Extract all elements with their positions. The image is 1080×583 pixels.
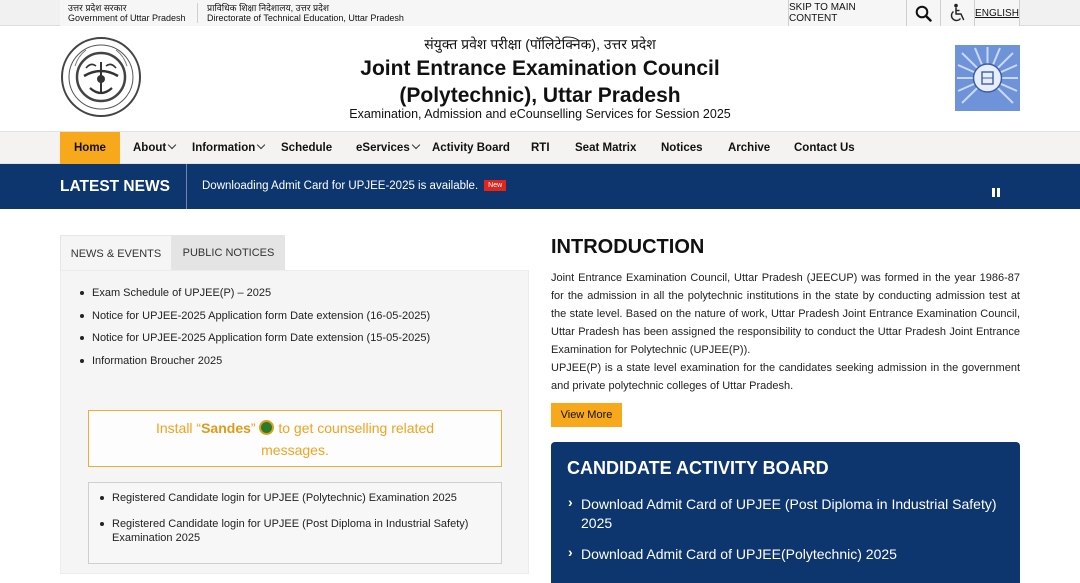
activity-board-title: CANDIDATE ACTIVITY BOARD bbox=[567, 458, 829, 478]
jeecup-logo[interactable] bbox=[955, 45, 1020, 111]
candidate-login-link[interactable]: Registered Candidate login for UPJEE (Po… bbox=[100, 491, 480, 505]
introduction-text: Joint Entrance Examination Council, Utta… bbox=[551, 269, 1020, 395]
directorate-hindi: प्राविधिक शिक्षा निदेशालय, उत्तर प्रदेश bbox=[207, 3, 330, 13]
title-line-1: Joint Entrance Examination Council bbox=[360, 57, 720, 80]
nav-item-contact-us[interactable]: Contact Us bbox=[794, 132, 855, 164]
top-actions: SKIP TO MAIN CONTENT ENGLISH bbox=[788, 0, 1020, 26]
top-utility-inner: उत्तर प्रदेश सरकार Government of Uttar P… bbox=[60, 0, 1020, 26]
accessibility-icon bbox=[950, 3, 964, 22]
activity-board-link[interactable]: Download Admit Card of UPJEE(Polytechnic… bbox=[567, 543, 1007, 564]
nav-item-schedule[interactable]: Schedule bbox=[281, 132, 332, 164]
directorate-label: प्राविधिक शिक्षा निदेशालय, उत्तर प्रदेश … bbox=[197, 3, 404, 23]
candidate-activity-board: CANDIDATE ACTIVITY BOARD Download Admit … bbox=[551, 442, 1020, 583]
page-title: Joint Entrance Examination Council (Poly… bbox=[0, 55, 1080, 109]
news-panel: Exam Schedule of UPJEE(P) – 2025 Notice … bbox=[60, 270, 529, 574]
main-navigation: Home About Information Schedule eService… bbox=[0, 131, 1080, 164]
directorate-english: Directorate of Technical Education, Utta… bbox=[207, 13, 404, 23]
nav-item-seat-matrix[interactable]: Seat Matrix bbox=[575, 132, 636, 164]
hindi-title: संयुक्त प्रवेश परीक्षा (पॉलिटेक्निक), उत… bbox=[424, 36, 656, 52]
view-more-button[interactable]: View More bbox=[551, 403, 622, 427]
latest-news-text: Downloading Admit Card for UPJEE-2025 is… bbox=[202, 180, 479, 192]
sandes-mid: ” bbox=[250, 420, 260, 436]
nav-item-eservices-label: eServices bbox=[356, 142, 410, 154]
tab-public-notices[interactable]: PUBLIC NOTICES bbox=[172, 235, 285, 271]
nav-item-rti[interactable]: RTI bbox=[531, 132, 550, 164]
nav-item-information-label: Information bbox=[192, 142, 256, 154]
nav-item-eservices[interactable]: eServices bbox=[356, 132, 420, 164]
nav-item-activity-board[interactable]: Activity Board bbox=[432, 132, 510, 164]
news-list: Exam Schedule of UPJEE(P) – 2025 Notice … bbox=[80, 285, 430, 375]
pause-icon-bar bbox=[997, 188, 1000, 197]
ticker-pause-button[interactable] bbox=[992, 188, 1001, 197]
government-hindi: उत्तर प्रदेश सरकार bbox=[68, 3, 127, 13]
sandes-prefix: Install “ bbox=[155, 420, 202, 436]
government-label: उत्तर प्रदेश सरकार Government of Uttar P… bbox=[68, 3, 186, 23]
activity-board-list: Download Admit Card of UPJEE (Post Diplo… bbox=[567, 493, 1007, 576]
latest-news-item[interactable]: Downloading Admit Card for UPJEE-2025 is… bbox=[202, 164, 507, 209]
header-subtitle: Examination, Admission and eCounselling … bbox=[349, 107, 731, 121]
introduction-heading: INTRODUCTION bbox=[551, 236, 705, 258]
accessibility-button[interactable] bbox=[940, 0, 974, 26]
introduction-paragraph-1: Joint Entrance Examination Council, Utta… bbox=[551, 272, 1020, 356]
language-toggle-link[interactable]: ENGLISH bbox=[974, 0, 1020, 26]
pause-icon bbox=[992, 188, 995, 197]
sandes-line-2: messages. bbox=[261, 442, 329, 458]
site-header: संयुक्त प्रवेश परीक्षा (पॉलिटेक्निक), उत… bbox=[0, 26, 1080, 131]
news-item[interactable]: Notice for UPJEE-2025 Application form D… bbox=[80, 330, 430, 353]
latest-news-label: LATEST NEWS bbox=[60, 164, 187, 209]
news-item[interactable]: Exam Schedule of UPJEE(P) – 2025 bbox=[80, 285, 430, 308]
search-button[interactable] bbox=[906, 0, 940, 26]
news-item[interactable]: Information Broucher 2025 bbox=[80, 353, 430, 376]
nav-item-archive[interactable]: Archive bbox=[728, 132, 770, 164]
title-line-2: (Polytechnic), Uttar Pradesh bbox=[399, 84, 681, 107]
new-badge: New bbox=[484, 180, 507, 192]
chevron-down-icon bbox=[411, 140, 420, 150]
nav-item-notices[interactable]: Notices bbox=[661, 132, 703, 164]
candidate-login-list: Registered Candidate login for UPJEE (Po… bbox=[100, 491, 480, 557]
activity-board-link[interactable]: Download Admit Card of UPJEE (Post Diplo… bbox=[567, 493, 1007, 533]
sandes-suffix: to get counselling related bbox=[274, 420, 435, 436]
nav-item-information[interactable]: Information bbox=[192, 132, 266, 164]
nav-item-home[interactable]: Home bbox=[60, 132, 120, 164]
news-item[interactable]: Notice for UPJEE-2025 Application form D… bbox=[80, 308, 430, 331]
skip-to-main-content-link[interactable]: SKIP TO MAIN CONTENT bbox=[788, 0, 906, 26]
candidate-login-link[interactable]: Registered Candidate login for UPJEE (Po… bbox=[100, 517, 480, 545]
nav-item-about[interactable]: About bbox=[133, 132, 177, 164]
candidate-login-box: Registered Candidate login for UPJEE (Po… bbox=[88, 482, 502, 564]
top-utility-bar: उत्तर प्रदेश सरकार Government of Uttar P… bbox=[0, 0, 1080, 26]
nav-item-about-label: About bbox=[133, 142, 167, 154]
government-english: Government of Uttar Pradesh bbox=[68, 13, 186, 23]
sandes-app-icon bbox=[259, 419, 275, 435]
sandes-app-name: Sandes bbox=[201, 420, 251, 436]
chevron-down-icon bbox=[257, 140, 266, 150]
introduction-paragraph-2: UPJEE(P) is a state level examination fo… bbox=[551, 362, 1020, 392]
tab-news-events[interactable]: NEWS & EVENTS bbox=[60, 235, 172, 271]
search-icon bbox=[915, 5, 932, 22]
jeecup-logo-icon bbox=[955, 45, 1020, 111]
latest-news-ticker: LATEST NEWS Downloading Admit Card for U… bbox=[0, 164, 1080, 209]
sandes-install-banner[interactable]: Install “Sandes” to get counselling rela… bbox=[88, 410, 502, 467]
chevron-down-icon bbox=[167, 140, 177, 150]
